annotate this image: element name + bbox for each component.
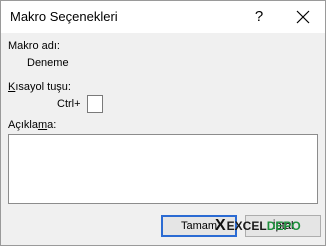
help-button[interactable]: ? <box>247 5 271 29</box>
macro-options-dialog: Makro Seçenekleri ? Makro adı: Deneme Kı… <box>0 0 326 246</box>
close-button[interactable] <box>289 5 317 29</box>
description-label-accelerator: m <box>37 119 48 131</box>
ok-button[interactable]: Tamam <box>161 215 237 237</box>
dialog-title: Makro Seçenekleri <box>10 9 118 24</box>
description-textarea[interactable] <box>8 134 318 204</box>
shortcut-label-text: ısayol tuşu: <box>15 81 71 93</box>
macro-name-value: Deneme <box>27 57 69 69</box>
close-icon <box>296 10 310 24</box>
description-label-end: a: <box>47 119 57 131</box>
description-label: Açıklama: <box>8 119 56 131</box>
macro-name-label: Makro adı: <box>8 40 60 52</box>
title-bar: Makro Seçenekleri ? <box>1 1 325 33</box>
shortcut-key-input[interactable] <box>87 95 103 113</box>
description-label-start: Açıkla <box>8 119 38 131</box>
shortcut-label: Kısayol tuşu: <box>8 81 71 93</box>
shortcut-prefix: Ctrl+ <box>57 98 81 110</box>
cancel-button[interactable]: İptal <box>245 215 321 237</box>
